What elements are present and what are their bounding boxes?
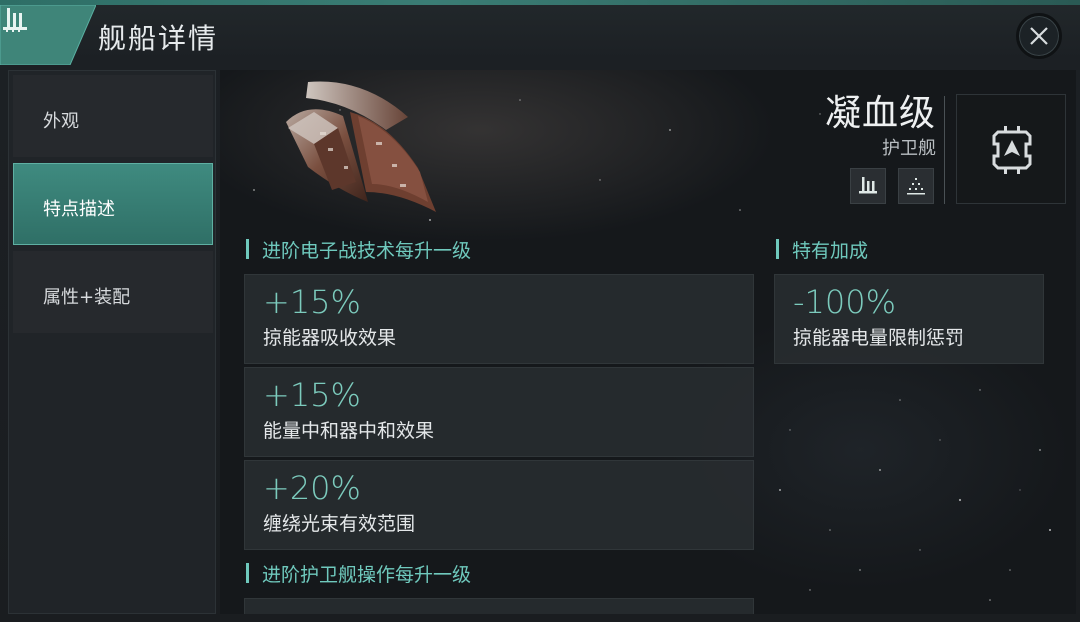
- main-panel: 凝血级 护卫舰 进阶电子战技术每升一级 特有加成 +15% 掠能器吸收效果 +1…: [220, 70, 1076, 614]
- close-button[interactable]: [1016, 13, 1062, 59]
- bonus-card: +20% 缠绕光束有效范围: [244, 460, 754, 550]
- ship-silhouette-icon: [859, 177, 877, 194]
- header-icon-box: [0, 5, 96, 65]
- ship-details-screen: 舰船详情 外观 特点描述 属性+装配 凝血级 护卫舰 进阶电子战技术每升一级 特…: [0, 0, 1080, 622]
- dots-formation-icon: [907, 178, 925, 195]
- section-title: 特有加成: [776, 236, 868, 263]
- close-icon: [1030, 27, 1048, 45]
- ship-name: 凝血级: [824, 93, 936, 134]
- ship-class: 护卫舰: [882, 138, 936, 159]
- header-divider: [944, 96, 945, 204]
- section-title: 进阶护卫舰操作每升一级: [246, 560, 471, 587]
- bonus-description: 能量中和器中和效果: [263, 420, 435, 442]
- bonus-description: 掠能器吸收效果: [263, 327, 397, 349]
- tab-appearance[interactable]: 外观: [13, 75, 213, 157]
- bonus-value: +15%: [263, 283, 361, 321]
- faction-emblem[interactable]: [956, 94, 1066, 204]
- bonus-value: -100%: [793, 283, 897, 321]
- header: 舰船详情: [0, 5, 1080, 69]
- bonus-card-partial: [244, 598, 754, 614]
- formation-button[interactable]: [898, 168, 934, 204]
- ship-class-button[interactable]: [850, 168, 886, 204]
- tab-label: 属性+装配: [43, 287, 131, 308]
- ship-render: [286, 81, 436, 212]
- tab-label: 外观: [43, 111, 79, 132]
- bonus-description: 缠绕光束有效范围: [263, 513, 416, 535]
- bonus-value: +15%: [263, 376, 361, 414]
- page-title: 舰船详情: [98, 22, 219, 55]
- tab-attributes-fitting[interactable]: 属性+装配: [13, 251, 213, 333]
- bonus-card: -100% 掠能器电量限制惩罚: [774, 274, 1044, 364]
- bonus-description: 掠能器电量限制惩罚: [793, 327, 965, 349]
- bonus-card: +15% 能量中和器中和效果: [244, 367, 754, 457]
- bonus-card: +15% 掠能器吸收效果: [244, 274, 754, 364]
- tab-features[interactable]: 特点描述: [13, 163, 213, 245]
- sidebar: 外观 特点描述 属性+装配: [8, 70, 216, 614]
- faction-emblem-icon: [992, 126, 1032, 174]
- bonus-value: +20%: [263, 469, 361, 507]
- ship-silhouette-icon: [3, 8, 27, 32]
- tab-label: 特点描述: [43, 199, 115, 220]
- section-title: 进阶电子战技术每升一级: [246, 236, 471, 263]
